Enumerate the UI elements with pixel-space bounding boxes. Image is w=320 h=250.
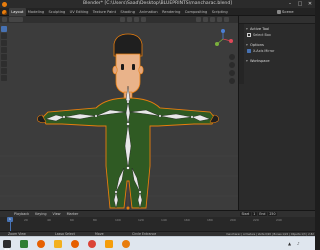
chrome-icon[interactable] [88, 240, 96, 248]
character-eye-left [121, 64, 124, 70]
character-eye-right [132, 64, 135, 70]
character-model[interactable] [0, 16, 238, 210]
windows-taskbar: ▲ ♪ [0, 236, 315, 250]
perspective-toggle-icon[interactable] [229, 78, 235, 84]
tab-scripting[interactable]: Scripting [210, 8, 230, 16]
timeline-header: Playback Keying View Marker Start 1 End … [0, 211, 315, 217]
keying-menu[interactable]: Keying [35, 211, 46, 217]
vlc-icon[interactable] [105, 240, 113, 248]
character-ear-right [138, 65, 144, 75]
playback-menu[interactable]: Playback [14, 211, 29, 217]
windows-start-icon[interactable] [3, 240, 11, 250]
start-frame-field[interactable]: 1 [251, 212, 257, 216]
window-title: Blender* [C:\Users\Saad\Desktop\BLUEPRIN… [82, 1, 233, 6]
character-hair [113, 33, 143, 57]
tab-modeling[interactable]: Modeling [26, 8, 47, 16]
joint-elbow-right [190, 115, 194, 119]
active-tool-panel: Active Tool Select Box [245, 26, 315, 38]
view-menu[interactable]: View [53, 211, 61, 217]
tab-sculpting[interactable]: Sculpting [46, 8, 67, 16]
marker-menu[interactable]: Marker [67, 211, 79, 217]
joint-knee-right [138, 190, 142, 194]
tick-label: 100 [115, 218, 121, 222]
tick-label: 20 [24, 218, 28, 222]
system-tray-icon[interactable]: ▲ [288, 241, 291, 246]
tick-label: 180 [207, 218, 213, 222]
x-axis-mirror-checkbox[interactable] [247, 49, 251, 53]
joint-elbow-left [62, 115, 66, 119]
joint-shoulder-left [94, 114, 98, 118]
title-bar: Blender* [C:\Users\Saad\Desktop\BLUEPRIN… [0, 0, 315, 8]
end-frame-field[interactable]: 250 [267, 212, 277, 216]
x-axis-mirror-label: X-Axis Mirror [253, 49, 275, 53]
firefox-icon[interactable] [37, 240, 45, 248]
sidebar-header [239, 16, 315, 24]
tab-layout[interactable]: Layout [9, 8, 26, 16]
tick-label: 60 [70, 218, 74, 222]
tick-label: 40 [47, 218, 51, 222]
gizmo-z-icon [221, 29, 225, 33]
browser-icon[interactable] [71, 240, 79, 248]
close-button[interactable]: ✕ [305, 0, 315, 8]
tick-label: 140 [161, 218, 167, 222]
excel-icon[interactable] [20, 240, 28, 248]
scene-selector[interactable]: Scene [282, 8, 294, 16]
select-box-icon [247, 33, 251, 37]
workspace-bar: Layout Modeling Sculpting UV Editing Tex… [0, 8, 315, 16]
workspace-panel: Workspace [245, 58, 315, 64]
character-ear-left [112, 65, 118, 75]
select-box-row[interactable]: Select Box [245, 32, 315, 38]
joint-shoulder-right [158, 114, 162, 118]
gizmo-x-icon [229, 39, 233, 43]
tick-label: 160 [184, 218, 190, 222]
tick-label: 220 [253, 218, 259, 222]
joint-knee-left [114, 190, 118, 194]
x-axis-mirror-row[interactable]: X-Axis Mirror [245, 48, 315, 54]
tab-shading[interactable]: Shading [118, 8, 137, 16]
navigation-gizmo[interactable] [212, 28, 234, 50]
tool-sidebar: Active Tool Select Box Options X-Axis Mi… [238, 16, 315, 210]
pan-icon[interactable] [229, 62, 235, 68]
tab-compositing[interactable]: Compositing [183, 8, 210, 16]
timeline-menu: Playback Keying View Marker [14, 211, 78, 217]
workspace-tabs: Layout Modeling Sculpting UV Editing Tex… [9, 8, 230, 16]
tab-texture-paint[interactable]: Texture Paint [91, 8, 119, 16]
timeline-scale: 20 40 60 80 100 120 140 160 180 200 220 … [0, 218, 315, 223]
maximize-button[interactable]: □ [295, 0, 305, 8]
select-box-label: Select Box [253, 33, 271, 37]
tab-animation[interactable]: Animation [137, 8, 160, 16]
options-panel: Options X-Axis Mirror [245, 42, 315, 54]
joint-hip [126, 166, 130, 170]
frame-range: Start 1 End 250 [240, 212, 277, 216]
workspace-header[interactable]: Workspace [245, 58, 315, 64]
tick-label: 240 [276, 218, 282, 222]
camera-view-icon[interactable] [229, 70, 235, 76]
tick-label: 200 [230, 218, 236, 222]
scene-icon [277, 10, 281, 14]
tick-label: 80 [93, 218, 97, 222]
zoom-icon[interactable] [229, 54, 235, 60]
end-label: End [257, 212, 267, 216]
minimize-button[interactable]: – [285, 0, 295, 8]
tab-rendering[interactable]: Rendering [160, 8, 183, 16]
blender-menu-icon[interactable] [2, 9, 7, 15]
sidebar-tabs[interactable] [239, 24, 244, 84]
tab-uv-editing[interactable]: UV Editing [67, 8, 90, 16]
blender-icon[interactable] [122, 240, 130, 248]
tick-label: 120 [138, 218, 144, 222]
blender-window: Blender* [C:\Users\Saad\Desktop\BLUEPRIN… [0, 0, 315, 250]
timeline[interactable]: Playback Keying View Marker Start 1 End … [0, 210, 315, 232]
gizmo-y-icon [215, 42, 219, 46]
start-label: Start [240, 212, 251, 216]
volume-icon[interactable]: ♪ [297, 241, 300, 246]
joint-neck [126, 100, 130, 104]
folder-icon[interactable] [54, 240, 62, 248]
joint-spine [126, 122, 130, 126]
navigation-buttons [229, 54, 235, 84]
3d-viewport[interactable] [0, 16, 238, 210]
